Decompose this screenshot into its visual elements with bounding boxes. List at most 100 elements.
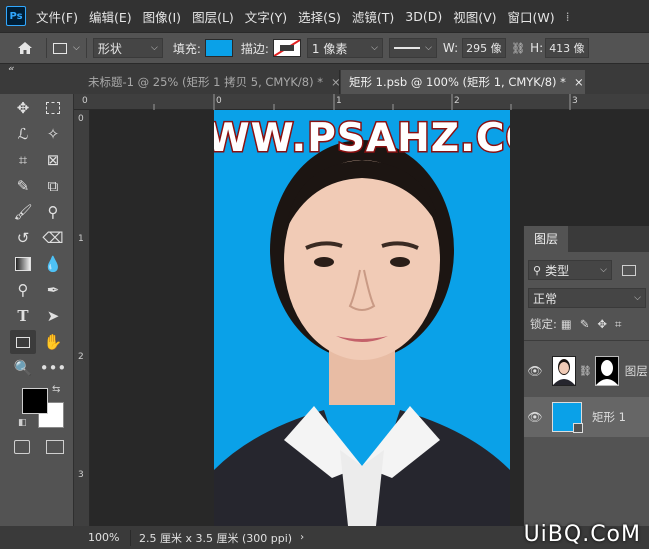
divider: [46, 38, 47, 58]
menu-edit[interactable]: 编辑(E): [89, 7, 132, 26]
menu-bar: Ps 文件(F) 编辑(E) 图像(I) 图层(L) 文字(Y) 选择(S) 滤…: [0, 0, 649, 32]
close-icon[interactable]: ×: [331, 75, 341, 89]
chain-link-icon[interactable]: ⛓: [579, 366, 592, 377]
close-icon[interactable]: ×: [574, 75, 584, 89]
chevron-right-icon[interactable]: ›: [300, 532, 304, 543]
layer-name[interactable]: 矩形 1: [592, 409, 626, 425]
move-tool-icon[interactable]: ✥: [10, 96, 36, 120]
menu-filter[interactable]: 滤镜(T): [352, 7, 394, 26]
eye-icon[interactable]: 👁: [524, 364, 546, 378]
home-icon[interactable]: [10, 41, 40, 55]
magic-wand-tool-icon[interactable]: ✧: [40, 122, 66, 146]
eyedropper-tool-icon[interactable]: ✎: [10, 174, 36, 198]
options-bar: ⌵ 形状 ⌵ 填充: 描边: 1 像素 ⌵ ⌵ W: 295 像 ⛓ H: 41…: [0, 32, 649, 64]
tool-mode-value: 形状: [97, 41, 122, 56]
hand-tool-icon[interactable]: ✋: [40, 330, 66, 354]
document-info[interactable]: 2.5 厘米 x 3.5 厘米 (300 ppi): [139, 530, 292, 546]
lock-artboard-icon[interactable]: ⌗: [615, 317, 621, 332]
stamp-tool-icon[interactable]: ⚲: [40, 200, 66, 224]
screen-mode-icon[interactable]: [46, 440, 64, 454]
tool-mode-select[interactable]: 形状 ⌵: [92, 38, 163, 58]
menu-3d[interactable]: 3D(D): [405, 9, 442, 24]
lock-transparent-icon[interactable]: ▦: [561, 317, 572, 331]
history-brush-tool-icon[interactable]: ↺: [10, 226, 36, 250]
blend-mode-select[interactable]: 正常 ⌵: [528, 288, 646, 308]
layers-tab[interactable]: 图层: [524, 226, 569, 252]
chevron-down-icon: ⌵: [151, 43, 158, 53]
stroke-style-select[interactable]: ⌵: [388, 38, 437, 58]
chevron-down-icon: ⌵: [73, 43, 80, 53]
fill-color-swatch[interactable]: [204, 39, 233, 57]
tab-untitled-1[interactable]: 未标题-1 @ 25% (矩形 1 拷贝 5, CMYK/8) * ×: [80, 70, 341, 94]
layer-row-selected[interactable]: 👁 矩形 1: [524, 397, 649, 437]
brush-tool-icon[interactable]: 🖌: [10, 200, 36, 224]
lock-position-icon[interactable]: ✥: [597, 317, 607, 331]
stroke-width-input[interactable]: 1 像素 ⌵: [306, 38, 383, 58]
foreground-color-swatch[interactable]: [22, 388, 48, 414]
zoom-tool-icon[interactable]: 🔍: [10, 356, 36, 380]
ruler-ticks: [153, 94, 571, 110]
stroke-line-icon: [393, 47, 420, 49]
document-canvas[interactable]: WWW.PSAHZ.COM: [214, 110, 510, 526]
menu-file[interactable]: 文件(F): [36, 7, 78, 26]
pen-tool-icon[interactable]: ✒: [40, 278, 66, 302]
layer-row[interactable]: 👁 ⛓ 图层: [524, 351, 649, 391]
horizontal-ruler[interactable]: 0 0 1 2 3: [74, 94, 649, 110]
menu-overflow-icon[interactable]: ⁞: [566, 9, 570, 24]
swap-colors-icon[interactable]: ⇆: [52, 384, 60, 395]
height-label: H:: [530, 41, 544, 55]
lock-pixels-icon[interactable]: ✎: [580, 317, 590, 331]
lock-label: 锁定:: [530, 317, 557, 331]
menu-image[interactable]: 图像(I): [143, 7, 181, 26]
rectangle-tool-icon[interactable]: [10, 330, 36, 354]
ruler-tick-label: 0: [78, 114, 84, 124]
width-label: W:: [442, 41, 459, 55]
default-colors-icon[interactable]: ◧: [18, 418, 27, 428]
marquee-tool-icon[interactable]: [40, 96, 66, 120]
eye-icon[interactable]: 👁: [524, 410, 546, 424]
width-value: 295 像: [466, 42, 502, 55]
frame-tool-icon[interactable]: ⊠: [40, 148, 66, 172]
layer-thumbnail: [552, 402, 583, 433]
layer-mask-thumbnail[interactable]: [594, 356, 619, 386]
menu-type[interactable]: 文字(Y): [245, 7, 287, 26]
no-stroke-icon: [273, 40, 300, 56]
chevron-down-icon: ⌵: [425, 43, 432, 53]
status-divider: [130, 529, 131, 546]
type-tool-icon[interactable]: T: [10, 304, 36, 328]
blend-mode-value: 正常: [533, 291, 558, 306]
gradient-tool-icon[interactable]: [10, 252, 36, 276]
crop-tool-icon[interactable]: ⌗: [10, 148, 36, 172]
layer-filter-select[interactable]: ⚲ 类型 ⌵: [528, 260, 612, 280]
tools-panel: ✥ ℒ ✧ ⌗ ⊠ ✎ ⧉ 🖌 ⚲ ↺ ⌫ 💧 ⚲ ✒ T ➤ ✋ 🔍 ••• …: [0, 94, 74, 526]
image-filter-icon[interactable]: [622, 264, 636, 276]
dodge-tool-icon[interactable]: ⚲: [10, 278, 36, 302]
chevron-down-icon: ⌵: [371, 43, 378, 53]
lasso-tool-icon[interactable]: ℒ: [10, 122, 36, 146]
menu-window[interactable]: 窗口(W): [508, 7, 555, 26]
quick-mask-icon[interactable]: [14, 440, 30, 454]
more-tools-icon[interactable]: •••: [40, 356, 67, 380]
layers-list-divider: [524, 340, 649, 341]
vertical-ruler[interactable]: 0 1 2 3: [74, 110, 90, 526]
link-dimensions-icon[interactable]: ⛓: [511, 42, 525, 55]
zoom-level[interactable]: 100%: [88, 531, 130, 544]
smart-object-icon: [573, 423, 583, 433]
menu-select[interactable]: 选择(S): [298, 7, 341, 26]
eraser-tool-icon[interactable]: ⌫: [40, 226, 66, 250]
path-selection-tool-icon[interactable]: ➤: [40, 304, 66, 328]
layer-name[interactable]: 图层: [625, 363, 648, 379]
blur-tool-icon[interactable]: 💧: [40, 252, 66, 276]
ruler-tick-label: 2: [78, 352, 84, 362]
height-input[interactable]: 413 像: [545, 38, 590, 58]
width-input[interactable]: 295 像: [462, 38, 507, 58]
fill-label: 填充:: [172, 41, 201, 56]
stroke-color-swatch[interactable]: [272, 39, 301, 57]
tab-rectangle-psb[interactable]: 矩形 1.psb @ 100% (矩形 1, CMYK/8) * ×: [341, 70, 585, 94]
menu-layer[interactable]: 图层(L): [192, 7, 234, 26]
rectangle-tool-preset[interactable]: ⌵: [53, 42, 80, 54]
chevron-down-icon: ⌵: [634, 293, 641, 303]
tab-label: 未标题-1 @ 25% (矩形 1 拷贝 5, CMYK/8) *: [88, 75, 323, 89]
menu-view[interactable]: 视图(V): [453, 7, 496, 26]
patch-tool-icon[interactable]: ⧉: [40, 174, 66, 198]
